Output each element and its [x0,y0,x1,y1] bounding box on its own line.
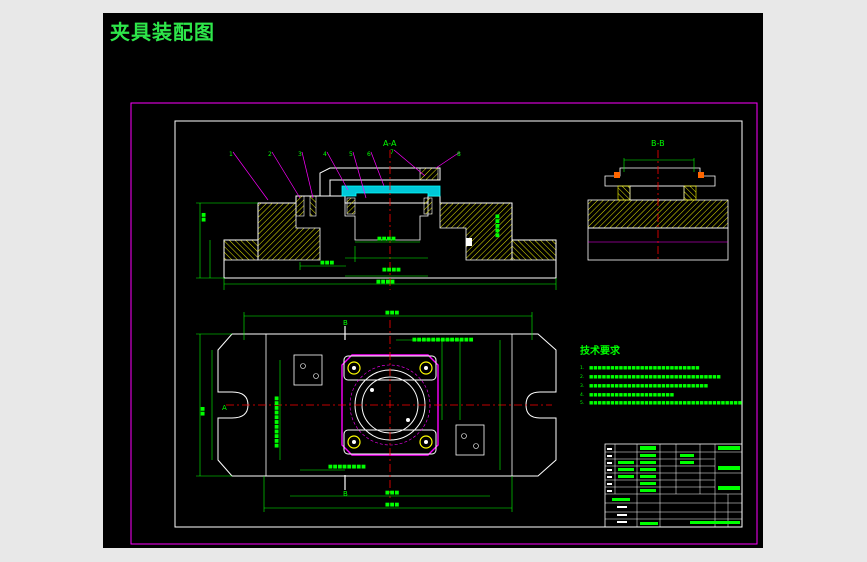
section-aa-view: ■■■■ ■■■■ ■■■■ ■■■ ■■ A-A 1 2 3 4 5 6 7 … [196,139,557,290]
title-block [604,443,743,528]
section-bb-label: B-B [651,139,665,148]
svg-text:■■■■■■■■■■■■■■■■■■■■■■■■■■■■■■: ■■■■■■■■■■■■■■■■■■■■■■■■■■■■■■■ [589,375,721,380]
cad-drawing: ■■■■ ■■■■ ■■■■ ■■■ ■■ A-A 1 2 3 4 5 6 7 … [130,102,758,545]
cut-mark-a-left: A [222,404,227,412]
note-4: 4. [580,392,584,398]
svg-text:1: 1 [229,151,233,158]
section-aa-label: A-A [383,139,397,148]
svg-text:6: 6 [367,151,371,158]
svg-text:■■■: ■■■ [385,310,399,316]
section-bb-view: B-B [587,139,729,262]
svg-text:■■■: ■■■ [385,502,399,508]
svg-text:■■■■■: ■■■■■ [494,214,500,238]
part-balloons: 1 2 3 4 5 6 7 8 [229,149,461,158]
svg-text:4: 4 [323,151,327,158]
svg-text:3: 3 [298,151,302,158]
notes-heading: 技术要求 [580,344,621,357]
svg-text:■■■■■■■■■■■■■■■■■■■■■■■■■■■■: ■■■■■■■■■■■■■■■■■■■■■■■■■■■■ [589,384,708,389]
note-3: 3. [580,383,584,389]
svg-text:■■■■■■■■: ■■■■■■■■ [328,464,366,470]
svg-text:■■■■■■■■■■■■■■■■■■■■■■■■■■: ■■■■■■■■■■■■■■■■■■■■■■■■■■ [589,366,700,371]
svg-text:■■■■■■■■■■■: ■■■■■■■■■■■ [274,396,280,448]
svg-text:2: 2 [268,151,272,158]
svg-text:■■■■: ■■■■ [376,279,395,285]
cut-mark-b-top: B [343,319,348,327]
svg-text:■■■■: ■■■■ [382,267,401,273]
svg-text:■■■■: ■■■■ [377,236,396,242]
cut-mark-b-bottom: B [343,490,348,498]
technical-notes: 技术要求 1. 2. 3. 4. 5. ■■■■■■■■■■■■■■■■■■■■… [580,344,742,406]
svg-text:5: 5 [349,151,353,158]
svg-text:8: 8 [457,151,461,158]
svg-text:■■■■■■■■■■■■■■■■■■■■: ■■■■■■■■■■■■■■■■■■■■ [589,393,674,398]
note-5: 5. [580,400,584,406]
svg-text:■■■: ■■■ [385,490,399,496]
svg-text:■■■■■■■■■■■■■: ■■■■■■■■■■■■■ [412,337,474,343]
note-1: 1. [580,365,584,371]
svg-text:7: 7 [390,149,394,156]
svg-text:■■■■■■■■■■■■■■■■■■■■■■■■■■■■■■: ■■■■■■■■■■■■■■■■■■■■■■■■■■■■■■■■■■■■ [589,401,742,406]
note-2: 2. [580,374,584,380]
outer-frame [130,102,758,545]
svg-text:■■■: ■■■ [320,260,334,266]
svg-text:■■: ■■ [200,406,206,416]
svg-text:■■: ■■ [201,212,207,222]
